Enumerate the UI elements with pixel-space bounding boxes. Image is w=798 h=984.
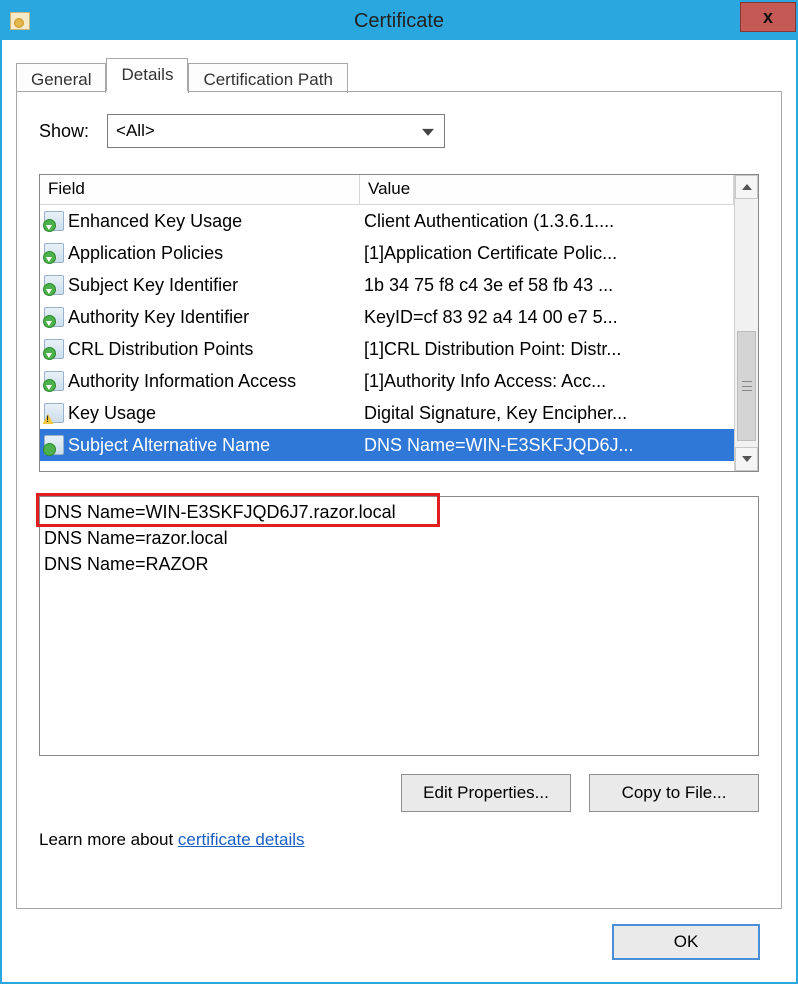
copy-to-file-button[interactable]: Copy to File... — [589, 774, 759, 812]
detail-line: DNS Name=RAZOR — [44, 551, 754, 577]
cert-ext-icon — [44, 275, 64, 295]
scroll-up-button[interactable] — [735, 175, 758, 199]
cert-ext-icon — [44, 307, 64, 327]
field-label: Authority Information Access — [68, 371, 296, 392]
value-cell: KeyID=cf 83 92 a4 14 00 e7 5... — [360, 307, 734, 328]
show-value: <All> — [116, 121, 155, 141]
close-icon: x — [763, 7, 773, 28]
list-row[interactable]: Subject Key Identifier 1b 34 75 f8 c4 3e … — [40, 269, 734, 301]
list-row[interactable]: !Key UsageDigital Signature, Key Enciphe… — [40, 397, 734, 429]
vertical-scrollbar[interactable] — [734, 175, 758, 471]
cert-sel-icon — [44, 435, 64, 455]
listview-body: Enhanced Key Usage Client Authentication … — [40, 205, 734, 461]
field-label: Application Policies — [68, 243, 223, 264]
dialog-footer: OK — [16, 910, 782, 974]
show-row: Show: <All> — [39, 114, 759, 148]
field-label: Subject Alternative Name — [68, 435, 270, 456]
scroll-thumb[interactable] — [737, 331, 756, 441]
scroll-down-button[interactable] — [735, 447, 758, 471]
field-cell: Authority Information Access — [40, 371, 360, 392]
titlebar: Certificate x — [2, 2, 796, 40]
header-value[interactable]: Value — [360, 175, 734, 204]
detail-line: DNS Name=razor.local — [44, 525, 754, 551]
value-cell: Digital Signature, Key Encipher... — [360, 403, 734, 424]
cert-ext-icon — [44, 211, 64, 231]
value-cell: Client Authentication (1.3.6.1.... — [360, 211, 734, 232]
chevron-down-icon — [422, 129, 434, 136]
scroll-track[interactable] — [735, 199, 758, 447]
list-row[interactable]: Enhanced Key Usage Client Authentication … — [40, 205, 734, 237]
list-row[interactable]: Authority Key Identifier KeyID=cf 83 92 a… — [40, 301, 734, 333]
fields-listview[interactable]: Field Value Enhanced Key Usage Client Aut… — [39, 174, 759, 472]
edit-properties-button[interactable]: Edit Properties... — [401, 774, 571, 812]
field-label: CRL Distribution Points — [68, 339, 253, 360]
field-label: Subject Key Identifier — [68, 275, 238, 296]
field-label: Key Usage — [68, 403, 156, 424]
tab-certification-path[interactable]: Certification Path — [188, 63, 347, 93]
value-cell: [1]CRL Distribution Point: Distr... — [360, 339, 734, 360]
chevron-down-icon — [742, 456, 752, 462]
field-cell: Subject Alternative Name — [40, 435, 360, 456]
value-cell: [1]Authority Info Access: Acc... — [360, 371, 734, 392]
cert-ext-icon — [44, 371, 64, 391]
tab-details[interactable]: Details — [106, 58, 188, 92]
listview-inner: Field Value Enhanced Key Usage Client Aut… — [40, 175, 734, 471]
list-row[interactable]: CRL Distribution Points [1]CRL Distributi… — [40, 333, 734, 365]
field-label: Enhanced Key Usage — [68, 211, 242, 232]
tab-strip: General Details Certification Path — [16, 58, 782, 92]
field-cell: Application Policies — [40, 243, 360, 264]
ok-button[interactable]: OK — [612, 924, 760, 960]
cert-ext-icon — [44, 339, 64, 359]
field-cell: !Key Usage — [40, 403, 360, 424]
details-panel: Show: <All> Field Value Enhanced Key Usa… — [16, 91, 782, 909]
grip-icon — [742, 381, 752, 391]
field-cell: Authority Key Identifier — [40, 307, 360, 328]
button-row: Edit Properties... Copy to File... — [39, 774, 759, 812]
detail-line: DNS Name=WIN-E3SKFJQD6J7.razor.local — [44, 499, 754, 525]
list-row[interactable]: Authority Information Access [1]Authority… — [40, 365, 734, 397]
show-label: Show: — [39, 121, 89, 142]
field-cell: CRL Distribution Points — [40, 339, 360, 360]
client-area: General Details Certification Path Show:… — [2, 40, 796, 982]
chevron-up-icon — [742, 184, 752, 190]
header-field[interactable]: Field — [40, 175, 360, 204]
value-cell: DNS Name=WIN-E3SKFJQD6J... — [360, 435, 734, 456]
list-row[interactable]: Subject Alternative Name DNS Name=WIN-E3S… — [40, 429, 734, 461]
learn-prefix: Learn more about — [39, 830, 178, 849]
certificate-details-link[interactable]: certificate details — [178, 830, 305, 849]
cert-warn-icon: ! — [44, 403, 64, 423]
value-cell: [1]Application Certificate Polic... — [360, 243, 734, 264]
field-cell: Enhanced Key Usage — [40, 211, 360, 232]
value-cell: 1b 34 75 f8 c4 3e ef 58 fb 43 ... — [360, 275, 734, 296]
listview-header: Field Value — [40, 175, 734, 205]
field-cell: Subject Key Identifier — [40, 275, 360, 296]
list-row[interactable]: Application Policies [1]Application Certi… — [40, 237, 734, 269]
show-combobox[interactable]: <All> — [107, 114, 445, 148]
field-label: Authority Key Identifier — [68, 307, 249, 328]
detail-textbox[interactable]: DNS Name=WIN-E3SKFJQD6J7.razor.local DNS… — [39, 496, 759, 756]
certificate-dialog: Certificate x General Details Certificat… — [0, 0, 798, 984]
tab-general[interactable]: General — [16, 63, 106, 93]
close-button[interactable]: x — [740, 2, 796, 32]
window-title: Certificate — [2, 10, 796, 33]
learn-more-row: Learn more about certificate details — [39, 830, 759, 850]
cert-ext-icon — [44, 243, 64, 263]
